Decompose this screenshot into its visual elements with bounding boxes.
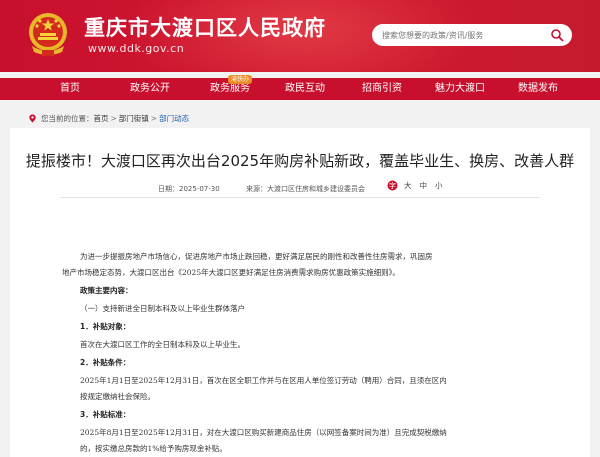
- nav-item-charm[interactable]: 魅力大渡口: [435, 78, 485, 100]
- site-header: 重庆市大渡口区人民政府 www.ddk.gov.cn: [0, 0, 600, 72]
- font-size-icon: 字: [387, 180, 398, 191]
- sub-heading: 1．补贴对象：: [80, 322, 131, 331]
- breadcrumb-current[interactable]: 部门动态: [159, 113, 189, 124]
- nav-item-data[interactable]: 数据发布: [518, 78, 558, 100]
- svg-text:字: 字: [389, 181, 396, 190]
- breadcrumb-separator: >: [150, 114, 158, 123]
- breadcrumb-separator: >: [110, 114, 117, 123]
- item-heading: （一）支持新进全日制本科及以上毕业生群体落户: [80, 304, 245, 313]
- article-title: 提振楼市！大渡口区再次出台2025年购房补贴新政，覆盖毕业生、换房、改善人群: [25, 152, 575, 170]
- meta-divider: [60, 197, 540, 198]
- font-size-small[interactable]: 小: [435, 180, 443, 191]
- sub-heading: 2．补贴条件：: [80, 358, 131, 367]
- nav-badge-kuaiban: 渝快办: [228, 75, 253, 84]
- search-icon[interactable]: [550, 28, 564, 42]
- breadcrumb-home[interactable]: 首页: [94, 113, 109, 124]
- sub-heading: 3．补贴标准：: [80, 410, 131, 419]
- section-heading: 政策主要内容：: [80, 286, 133, 295]
- nav-item-gov-open[interactable]: 政务公开: [130, 78, 170, 100]
- paragraph-line: 首次在大渡口区工作的全日制本科及以上毕业生。: [80, 340, 245, 349]
- nav-item-home[interactable]: 首页: [60, 78, 80, 100]
- paragraph-line: 按规定缴纳社会保险。: [80, 392, 155, 401]
- national-emblem-icon[interactable]: [26, 10, 70, 58]
- site-url: www.ddk.gov.cn: [88, 42, 185, 55]
- font-size-medium[interactable]: 中: [420, 180, 428, 191]
- search-box[interactable]: [372, 24, 572, 46]
- paragraph-line: 的，按实缴总房款的1%给予购房现金补贴。: [80, 444, 227, 453]
- font-size-large[interactable]: 大: [404, 180, 412, 191]
- location-icon: [29, 114, 36, 123]
- article-date: 日期：2025-07-30: [158, 185, 220, 193]
- nav-item-interaction[interactable]: 政民互动: [285, 78, 325, 100]
- site-title[interactable]: 重庆市大渡口区人民政府: [84, 12, 326, 42]
- paragraph-line: 2025年8月1日至2025年12月31日，对在大渡口区购买新建商品住房（以网签…: [80, 428, 447, 437]
- nav-item-gov-service-label: 政务服务: [210, 83, 250, 94]
- search-input[interactable]: [382, 27, 542, 43]
- paragraph-line: 2025年1月1日至2025年12月31日，首次在区全职工作并与在区用人单位签订…: [80, 376, 447, 385]
- font-size-control: 字 字号：大 中 小: [387, 180, 451, 191]
- breadcrumb-section[interactable]: 部门街镇: [119, 113, 149, 124]
- paragraph-line: 地产市场稳定态势，大渡口区出台《2025年大渡口区更好满足住房消费需求购房优惠政…: [62, 268, 400, 277]
- nav-item-investment[interactable]: 招商引资: [362, 78, 402, 100]
- breadcrumb-prefix: 您当前的位置：: [41, 114, 94, 123]
- article-source: 来源：大渡口区住房和城乡建设委员会: [246, 185, 365, 193]
- main-nav: 首页 政务公开 政务服务 渝快办 政民互动 招商引资 魅力大渡口 数据发布: [0, 75, 600, 100]
- breadcrumb: 您当前的位置： 首页 > 部门街镇 > 部门动态: [28, 113, 189, 124]
- paragraph-line: 为进一步提振房地产市场信心，促进房地产市场止跌回稳，更好满足居民的刚性和改善性住…: [80, 252, 433, 261]
